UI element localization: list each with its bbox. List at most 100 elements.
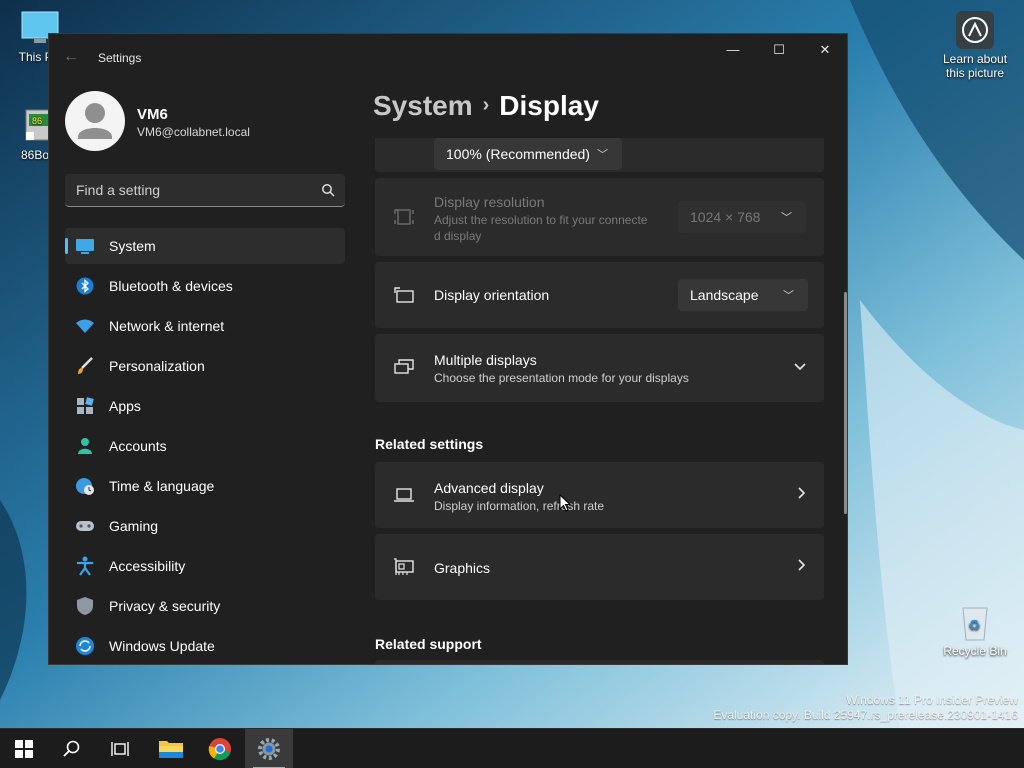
profile-email: VM6@collabnet.local — [137, 125, 250, 139]
watermark-build: Evaluation copy. Build 25947.rs_prerelea… — [713, 708, 1018, 722]
sidebar-item-label: Time & language — [109, 478, 215, 494]
task-view-button[interactable] — [96, 729, 144, 768]
chevron-down-icon: ﹀ — [781, 212, 792, 224]
resolution-icon — [394, 209, 414, 225]
breadcrumb: System › Display — [373, 90, 599, 122]
sidebar-item-label: Bluetooth & devices — [109, 278, 233, 294]
brush-icon — [75, 356, 95, 376]
graphics-card-icon — [394, 558, 414, 575]
desktop-icon-recycle-bin[interactable]: ♻ Recycle Bin — [936, 602, 1014, 658]
chevron-down-icon[interactable] — [794, 358, 806, 374]
desktop-icon-learn-about-picture[interactable]: Learn about this picture — [936, 10, 1014, 80]
search-icon — [63, 740, 80, 757]
card-title: Display resolution — [434, 194, 545, 210]
chevron-down-icon: ﹀ — [783, 290, 794, 302]
sidebar-item-network[interactable]: Network & internet — [65, 308, 345, 344]
sidebar-item-time-language[interactable]: Time & language — [65, 468, 345, 504]
sidebar-item-personalization[interactable]: Personalization — [65, 348, 345, 384]
chevron-right-icon[interactable] — [798, 486, 806, 502]
chevron-right-icon[interactable] — [798, 558, 806, 574]
sidebar-item-privacy-security[interactable]: Privacy & security — [65, 588, 345, 624]
sidebar-item-label: Privacy & security — [109, 598, 221, 614]
breadcrumb-separator-icon: › — [482, 94, 490, 116]
sidebar-item-label: Personalization — [109, 358, 205, 374]
card-title: Graphics — [434, 560, 491, 576]
sidebar-item-apps[interactable]: Apps — [65, 388, 345, 424]
sidebar-item-bluetooth[interactable]: Bluetooth & devices — [65, 268, 345, 304]
card-subtitle: d display — [434, 229, 482, 243]
apps-icon — [75, 396, 95, 416]
windows-watermark: Windows 11 Pro Insider Preview Evaluatio… — [713, 693, 1018, 723]
sidebar-item-label: Gaming — [109, 518, 159, 534]
sidebar-item-system[interactable]: System — [65, 228, 345, 264]
watermark-edition: Windows 11 Pro Insider Preview — [846, 693, 1018, 707]
sidebar-item-label: Accessibility — [109, 558, 186, 574]
update-icon — [75, 636, 95, 656]
search-box[interactable] — [65, 174, 345, 207]
settings-taskbar-button[interactable] — [245, 729, 293, 768]
profile-name: VM6 — [137, 106, 168, 123]
desktop-icon-label: Learn about this picture — [942, 52, 1008, 80]
laptop-icon — [394, 488, 414, 502]
monitor-icon — [75, 236, 95, 256]
sidebar-item-label: System — [109, 238, 156, 254]
card-title: Display orientation — [434, 287, 550, 303]
shield-icon — [75, 596, 95, 616]
sidebar-item-label: Windows Update — [109, 638, 215, 654]
bluetooth-icon — [75, 276, 95, 296]
search-input[interactable] — [65, 174, 305, 206]
related-support-card[interactable] — [375, 660, 824, 664]
related-settings-heading: Related settings — [375, 436, 484, 452]
orientation-value: Landscape — [690, 287, 759, 303]
sidebar-item-gaming[interactable]: Gaming — [65, 508, 345, 544]
related-support-heading: Related support — [375, 636, 482, 652]
chevron-down-icon: ﹀ — [597, 149, 608, 161]
search-icon[interactable] — [321, 183, 335, 197]
advanced-display-card[interactable]: Advanced display Display information, re… — [375, 462, 824, 528]
graphics-card[interactable]: Graphics — [375, 534, 824, 600]
recycle-bin-icon: ♻ — [953, 602, 997, 642]
person-avatar-icon — [78, 103, 112, 139]
page-title: Display — [499, 90, 599, 121]
settings-content: 100% (Recommended) ﹀ Display resolution … — [375, 138, 825, 664]
window-title: Settings — [98, 51, 142, 65]
sidebar-item-windows-update[interactable]: Windows Update — [65, 628, 345, 664]
windows-logo-icon — [15, 740, 33, 758]
display-resolution-card: Display resolution Adjust the resolution… — [375, 178, 824, 256]
sidebar-item-accessibility[interactable]: Accessibility — [65, 548, 345, 584]
file-explorer-button[interactable] — [147, 729, 195, 768]
scale-value: 100% (Recommended) — [446, 146, 590, 162]
card-title: Multiple displays — [434, 352, 537, 368]
resolution-dropdown[interactable]: 1024 × 768 ﹀ — [678, 201, 806, 233]
scrollbar-thumb[interactable] — [844, 292, 847, 514]
display-orientation-card: Display orientation Landscape ﹀ — [375, 262, 824, 328]
orientation-dropdown[interactable]: Landscape ﹀ — [678, 279, 808, 311]
sidebar-item-label: Apps — [109, 398, 141, 414]
start-button[interactable] — [0, 729, 48, 768]
multiple-monitors-icon — [394, 359, 414, 374]
sidebar-item-accounts[interactable]: Accounts — [65, 428, 345, 464]
person-icon — [75, 436, 95, 456]
sidebar-item-label: Network & internet — [109, 318, 225, 334]
svg-text:86: 86 — [32, 116, 42, 126]
breadcrumb-parent[interactable]: System — [373, 90, 473, 121]
svg-text:♻: ♻ — [968, 618, 981, 634]
scale-dropdown[interactable]: 100% (Recommended) ﹀ — [434, 138, 622, 170]
settings-window: ← Settings — ☐ ✕ VM6 VM6@collabnet.local… — [48, 33, 848, 665]
minimize-button[interactable]: — — [718, 42, 748, 62]
accessibility-icon — [75, 556, 95, 576]
wifi-icon — [75, 316, 95, 336]
taskbar-search-button[interactable] — [48, 729, 96, 768]
avatar[interactable] — [65, 91, 125, 151]
scale-card: 100% (Recommended) ﹀ — [375, 138, 824, 172]
card-title: Advanced display — [434, 480, 544, 496]
chrome-icon — [208, 738, 231, 761]
title-bar[interactable]: ← Settings — ☐ ✕ — [49, 34, 847, 80]
close-button[interactable]: ✕ — [810, 42, 840, 62]
chrome-button[interactable] — [196, 729, 244, 768]
card-subtitle: Adjust the resolution to fit your connec… — [434, 213, 648, 227]
sidebar-nav: System Bluetooth & devices Network & int… — [65, 228, 345, 664]
multiple-displays-card[interactable]: Multiple displays Choose the presentatio… — [375, 334, 824, 402]
back-arrow-icon[interactable]: ← — [63, 48, 79, 66]
maximize-button[interactable]: ☐ — [764, 42, 794, 62]
